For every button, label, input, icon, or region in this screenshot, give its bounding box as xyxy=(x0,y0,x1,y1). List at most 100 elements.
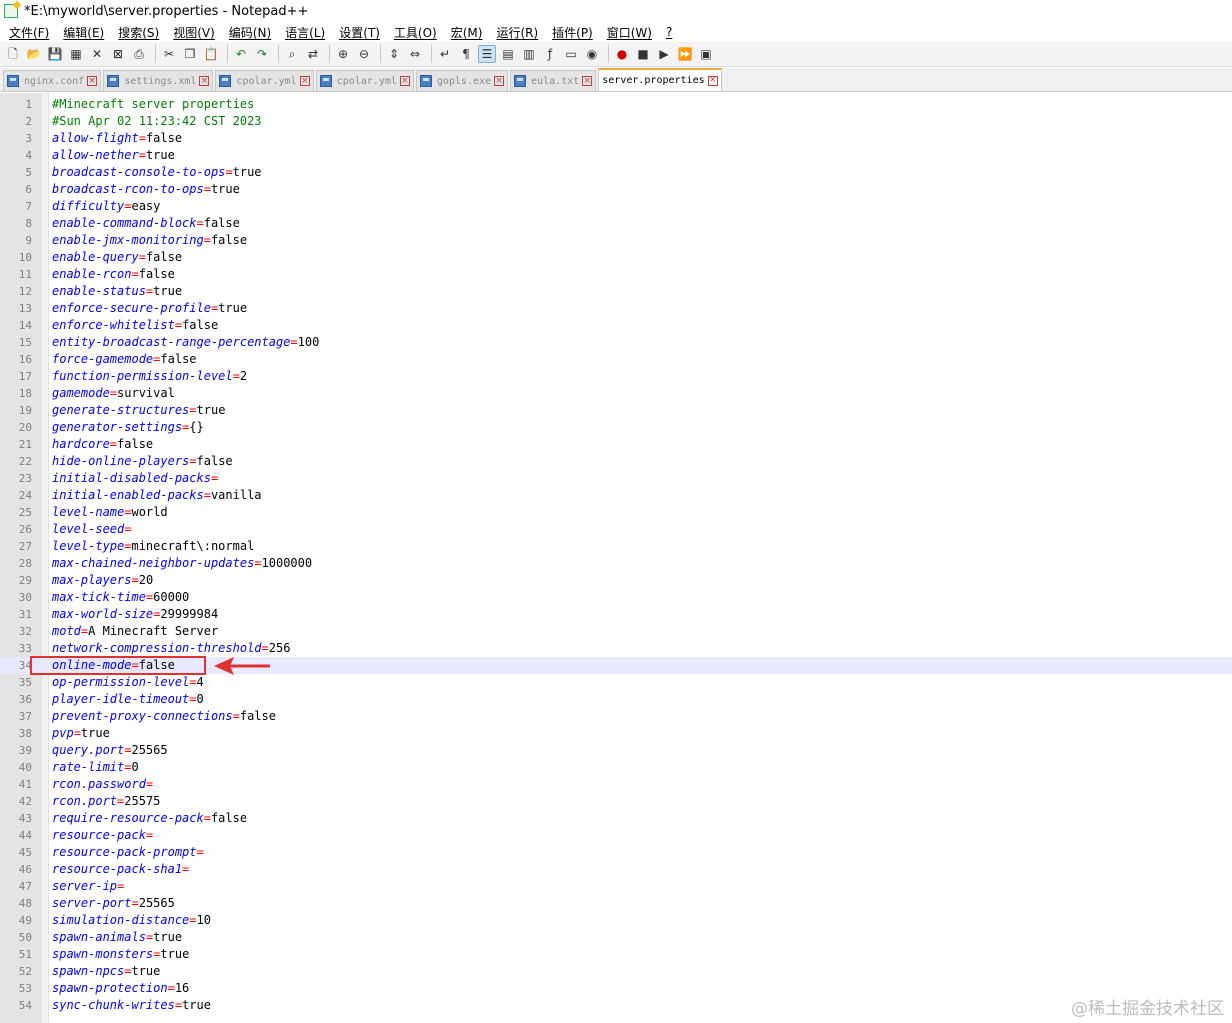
monitor-icon[interactable]: ◉ xyxy=(583,45,601,63)
cut-icon[interactable]: ✂ xyxy=(160,45,178,63)
code-line[interactable]: 11 enable-rcon=false xyxy=(0,266,1232,283)
close-all-icon[interactable]: ⊠ xyxy=(109,45,127,63)
code-line[interactable]: 45 resource-pack-prompt= xyxy=(0,844,1232,861)
code-line[interactable]: 52 spawn-npcs=true xyxy=(0,963,1232,980)
code-line[interactable]: 37 prevent-proxy-connections=false xyxy=(0,708,1232,725)
code-line[interactable]: 24 initial-enabled-packs=vanilla xyxy=(0,487,1232,504)
code-line[interactable]: 43 require-resource-pack=false xyxy=(0,810,1232,827)
word-wrap-icon[interactable]: ↵ xyxy=(436,45,454,63)
code-line[interactable]: 18 gamemode=survival xyxy=(0,385,1232,402)
menu-item-3[interactable]: 视图(V) xyxy=(170,24,218,41)
code-line[interactable]: 5 broadcast-console-to-ops=true xyxy=(0,164,1232,181)
code-line[interactable]: 25 level-name=world xyxy=(0,504,1232,521)
sync-vertical-icon[interactable]: ⇕ xyxy=(385,45,403,63)
code-line[interactable]: 23 initial-disabled-packs= xyxy=(0,470,1232,487)
find-icon[interactable]: ⌕ xyxy=(283,45,301,63)
tab-6[interactable]: server.properties × xyxy=(598,68,722,91)
menu-item-2[interactable]: 搜索(S) xyxy=(115,24,162,41)
code-line[interactable]: 2 #Sun Apr 02 11:23:42 CST 2023 xyxy=(0,113,1232,130)
menu-item-11[interactable]: 窗口(W) xyxy=(604,24,655,41)
code-line[interactable]: 29 max-players=20 xyxy=(0,572,1232,589)
code-line[interactable]: 44 resource-pack= xyxy=(0,827,1232,844)
new-file-icon[interactable]: 🗋 xyxy=(4,45,22,63)
tab-2[interactable]: cpolar.yml × xyxy=(215,70,314,91)
code-line[interactable]: 10 enable-query=false xyxy=(0,249,1232,266)
code-line[interactable]: 4 allow-nether=true xyxy=(0,147,1232,164)
code-line[interactable]: 30 max-tick-time=60000 xyxy=(0,589,1232,606)
code-line[interactable]: 50 spawn-animals=true xyxy=(0,929,1232,946)
code-line[interactable]: 16 force-gamemode=false xyxy=(0,351,1232,368)
copy-icon[interactable]: ❐ xyxy=(181,45,199,63)
tab-3[interactable]: cpolar.yml × xyxy=(315,70,414,91)
zoom-out-icon[interactable]: ⊖ xyxy=(355,45,373,63)
open-file-icon[interactable]: 📂 xyxy=(25,45,43,63)
code-line[interactable]: 42 rcon.port=25575 xyxy=(0,793,1232,810)
replace-icon[interactable]: ⇄ xyxy=(304,45,322,63)
menu-item-1[interactable]: 编辑(E) xyxy=(60,24,107,41)
menu-item-12[interactable]: ? xyxy=(663,25,675,39)
tab-close-icon[interactable]: × xyxy=(299,76,310,86)
tab-4[interactable]: gopls.exe × xyxy=(415,70,509,91)
menu-item-5[interactable]: 语言(L) xyxy=(282,24,328,41)
code-line[interactable]: 1 #Minecraft server properties xyxy=(0,96,1232,113)
code-line[interactable]: 48 server-port=25565 xyxy=(0,895,1232,912)
editor-area[interactable]: 1 #Minecraft server properties 2 #Sun Apr 0… xyxy=(0,93,1232,1023)
save-macro-icon[interactable]: ▣ xyxy=(697,45,715,63)
code-line[interactable]: 14 enforce-whitelist=false xyxy=(0,317,1232,334)
code-line[interactable]: 49 simulation-distance=10 xyxy=(0,912,1232,929)
menu-item-0[interactable]: 文件(F) xyxy=(6,24,52,41)
folder-workspace-icon[interactable]: ▭ xyxy=(562,45,580,63)
tab-1[interactable]: settings.xml × xyxy=(103,70,214,91)
code-line[interactable]: 53 spawn-protection=16 xyxy=(0,980,1232,997)
code-line[interactable]: 26 level-seed= xyxy=(0,521,1232,538)
code-line[interactable]: 13 enforce-secure-profile=true xyxy=(0,300,1232,317)
sync-horizontal-icon[interactable]: ⇔ xyxy=(406,45,424,63)
code-line[interactable]: 12 enable-status=true xyxy=(0,283,1232,300)
menu-item-10[interactable]: 插件(P) xyxy=(549,24,596,41)
code-line[interactable]: 8 enable-command-block=false xyxy=(0,215,1232,232)
menu-item-6[interactable]: 设置(T) xyxy=(336,24,383,41)
code-line[interactable]: 6 broadcast-rcon-to-ops=true xyxy=(0,181,1232,198)
save-all-icon[interactable]: ▦ xyxy=(67,45,85,63)
show-all-chars-icon[interactable]: ¶ xyxy=(457,45,475,63)
print-icon[interactable]: ⎙ xyxy=(130,45,148,63)
save-icon[interactable]: 💾 xyxy=(46,45,64,63)
zoom-in-icon[interactable]: ⊕ xyxy=(334,45,352,63)
code-line[interactable]: 9 enable-jmx-monitoring=false xyxy=(0,232,1232,249)
doc-map-icon[interactable]: ▥ xyxy=(520,45,538,63)
code-line[interactable]: 31 max-world-size=29999984 xyxy=(0,606,1232,623)
code-line[interactable]: 7 difficulty=easy xyxy=(0,198,1232,215)
function-list-icon[interactable]: ƒ xyxy=(541,45,559,63)
menu-item-8[interactable]: 宏(M) xyxy=(448,24,486,41)
code-line[interactable]: 41 rcon.password= xyxy=(0,776,1232,793)
code-line[interactable]: 39 query.port=25565 xyxy=(0,742,1232,759)
code-line[interactable]: 46 resource-pack-sha1= xyxy=(0,861,1232,878)
tab-0[interactable]: nginx.conf × xyxy=(3,70,102,91)
code-line[interactable]: 33 network-compression-threshold=256 xyxy=(0,640,1232,657)
code-line[interactable]: 35 op-permission-level=4 xyxy=(0,674,1232,691)
paste-icon[interactable]: 📋 xyxy=(202,45,220,63)
play-macro-icon[interactable]: ▶ xyxy=(655,45,673,63)
tab-close-icon[interactable]: × xyxy=(199,76,210,86)
code-line[interactable]: 51 spawn-monsters=true xyxy=(0,946,1232,963)
tab-close-icon[interactable]: × xyxy=(707,75,718,86)
code-line[interactable]: 47 server-ip= xyxy=(0,878,1232,895)
tab-close-icon[interactable]: × xyxy=(494,76,505,86)
menu-item-7[interactable]: 工具(O) xyxy=(391,24,440,41)
undo-icon[interactable]: ↶ xyxy=(232,45,250,63)
code-line[interactable]: 36 player-idle-timeout=0 xyxy=(0,691,1232,708)
udl-icon[interactable]: ▤ xyxy=(499,45,517,63)
code-line[interactable]: 17 function-permission-level=2 xyxy=(0,368,1232,385)
code-line[interactable]: 3 allow-flight=false xyxy=(0,130,1232,147)
code-line[interactable]: 28 max-chained-neighbor-updates=1000000 xyxy=(0,555,1232,572)
code-line[interactable]: 27 level-type=minecraft\:normal xyxy=(0,538,1232,555)
stop-macro-icon[interactable]: ■ xyxy=(634,45,652,63)
tab-close-icon[interactable]: × xyxy=(87,76,98,86)
code-line[interactable]: 20 generator-settings={} xyxy=(0,419,1232,436)
close-icon[interactable]: ✕ xyxy=(88,45,106,63)
code-line[interactable]: 54 sync-chunk-writes=true xyxy=(0,997,1232,1014)
record-macro-icon[interactable]: ● xyxy=(613,45,631,63)
code-line[interactable]: 22 hide-online-players=false xyxy=(0,453,1232,470)
code-line[interactable]: 40 rate-limit=0 xyxy=(0,759,1232,776)
code-line[interactable]: 15 entity-broadcast-range-percentage=100 xyxy=(0,334,1232,351)
